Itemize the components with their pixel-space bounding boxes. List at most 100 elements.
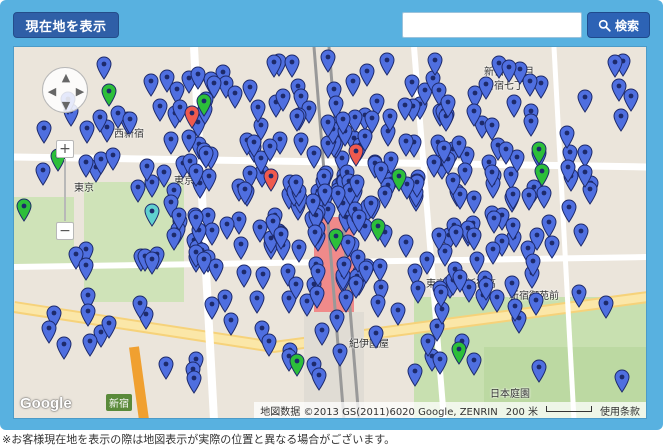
map-marker-icon[interactable] bbox=[466, 190, 482, 218]
map-marker-icon[interactable] bbox=[391, 168, 407, 196]
map-marker-icon[interactable] bbox=[431, 227, 447, 255]
map-marker-icon[interactable] bbox=[152, 98, 168, 126]
map-marker-icon[interactable] bbox=[328, 228, 344, 256]
map-marker-icon[interactable] bbox=[452, 269, 468, 297]
map-marker-icon[interactable] bbox=[523, 113, 539, 141]
map-marker-icon[interactable] bbox=[289, 108, 305, 136]
map-marker-icon[interactable] bbox=[351, 209, 367, 237]
pan-up-icon[interactable]: ▲ bbox=[59, 70, 73, 84]
search-button[interactable]: 検索 bbox=[587, 12, 650, 38]
map-marker-icon[interactable] bbox=[427, 52, 443, 80]
map-marker-icon[interactable] bbox=[348, 143, 364, 171]
map-marker-icon[interactable] bbox=[307, 224, 323, 252]
map-marker-icon[interactable] bbox=[288, 174, 304, 202]
map-marker-icon[interactable] bbox=[466, 352, 482, 380]
map-marker-icon[interactable] bbox=[227, 85, 243, 113]
map-marker-icon[interactable] bbox=[184, 105, 200, 133]
map-marker-icon[interactable] bbox=[80, 303, 96, 331]
map-marker-icon[interactable] bbox=[478, 76, 494, 104]
map-marker-icon[interactable] bbox=[91, 109, 108, 137]
map-marker-icon[interactable] bbox=[440, 94, 456, 122]
map-marker-icon[interactable] bbox=[521, 187, 537, 215]
map-marker-icon[interactable] bbox=[306, 145, 322, 173]
map-marker-icon[interactable] bbox=[486, 210, 502, 238]
map-marker-icon[interactable] bbox=[522, 73, 538, 101]
map-marker-icon[interactable] bbox=[448, 224, 464, 252]
map-marker-icon[interactable] bbox=[485, 241, 501, 269]
map-marker-icon[interactable] bbox=[166, 227, 182, 255]
map-marker-icon[interactable] bbox=[139, 158, 155, 186]
pan-control[interactable]: ▲ ▼ ◀ ▶ bbox=[42, 67, 88, 113]
map-marker-icon[interactable] bbox=[237, 181, 253, 209]
map-marker-icon[interactable] bbox=[190, 66, 206, 94]
map-marker-icon[interactable] bbox=[144, 251, 160, 279]
map-marker-icon[interactable] bbox=[263, 168, 279, 196]
zoom-in-button[interactable]: + bbox=[56, 140, 74, 158]
map-marker-icon[interactable] bbox=[370, 218, 386, 246]
terms-link[interactable]: 使用条款 bbox=[600, 403, 640, 418]
pan-right-icon[interactable]: ▶ bbox=[73, 84, 87, 98]
map-marker-icon[interactable] bbox=[284, 54, 300, 82]
zoom-out-button[interactable]: − bbox=[56, 222, 74, 240]
map-marker-icon[interactable] bbox=[266, 54, 282, 82]
map-marker-icon[interactable] bbox=[16, 198, 32, 226]
map-marker-icon[interactable] bbox=[96, 56, 112, 84]
map-marker-icon[interactable] bbox=[36, 120, 52, 148]
map-marker-icon[interactable] bbox=[504, 275, 520, 303]
map-marker-icon[interactable] bbox=[611, 78, 627, 106]
map-marker-icon[interactable] bbox=[466, 103, 482, 131]
map-marker-icon[interactable] bbox=[372, 258, 388, 286]
map-marker-icon[interactable] bbox=[273, 226, 289, 254]
map-marker-icon[interactable] bbox=[528, 292, 544, 320]
map-marker-icon[interactable] bbox=[105, 147, 121, 175]
map-marker-icon[interactable] bbox=[501, 59, 517, 87]
map-marker-icon[interactable] bbox=[132, 295, 148, 323]
map-marker-icon[interactable] bbox=[246, 134, 262, 162]
map-marker-icon[interactable] bbox=[436, 140, 452, 168]
map-marker-icon[interactable] bbox=[335, 111, 351, 139]
map-marker-icon[interactable] bbox=[217, 289, 233, 317]
map-marker-icon[interactable] bbox=[186, 370, 202, 398]
show-current-location-button[interactable]: 現在地を表示 bbox=[13, 12, 119, 38]
map-marker-icon[interactable] bbox=[236, 264, 252, 292]
map-marker-icon[interactable] bbox=[261, 333, 277, 361]
zoom-slider[interactable] bbox=[64, 159, 66, 221]
map-marker-icon[interactable] bbox=[101, 315, 117, 343]
map-marker-icon[interactable] bbox=[398, 234, 414, 262]
map-marker-icon[interactable] bbox=[390, 302, 406, 330]
map-marker-icon[interactable] bbox=[469, 251, 485, 279]
map-marker-icon[interactable] bbox=[35, 162, 51, 190]
map-marker-icon[interactable] bbox=[144, 203, 160, 231]
map-marker-icon[interactable] bbox=[505, 217, 521, 245]
map-marker-icon[interactable] bbox=[156, 164, 172, 192]
map-marker-icon[interactable] bbox=[158, 356, 174, 384]
map-marker-icon[interactable] bbox=[196, 251, 212, 279]
map-marker-icon[interactable] bbox=[122, 111, 138, 139]
map-marker-icon[interactable] bbox=[613, 108, 629, 136]
map-marker-icon[interactable] bbox=[433, 284, 449, 312]
map-marker-icon[interactable] bbox=[163, 131, 179, 159]
map-marker-icon[interactable] bbox=[398, 133, 414, 161]
map-marker-icon[interactable] bbox=[359, 63, 375, 91]
map-marker-icon[interactable] bbox=[317, 183, 333, 211]
map-marker-icon[interactable] bbox=[310, 263, 326, 291]
map-marker-icon[interactable] bbox=[445, 172, 461, 200]
map-marker-icon[interactable] bbox=[505, 186, 521, 214]
map-marker-icon[interactable] bbox=[598, 295, 614, 323]
pan-left-icon[interactable]: ◀ bbox=[45, 84, 59, 98]
map-marker-icon[interactable] bbox=[559, 125, 575, 153]
map-marker-icon[interactable] bbox=[40, 320, 57, 348]
map-marker-icon[interactable] bbox=[484, 164, 500, 192]
map-marker-icon[interactable] bbox=[368, 325, 384, 353]
map-marker-icon[interactable] bbox=[332, 343, 348, 371]
map-marker-icon[interactable] bbox=[364, 110, 380, 138]
map-marker-icon[interactable] bbox=[397, 97, 413, 125]
map-marker-icon[interactable] bbox=[571, 284, 587, 312]
map-marker-icon[interactable] bbox=[614, 369, 630, 397]
map-marker-icon[interactable] bbox=[410, 280, 426, 308]
map-marker-icon[interactable] bbox=[219, 216, 235, 244]
map-marker-icon[interactable] bbox=[531, 359, 547, 387]
map-marker-icon[interactable] bbox=[78, 154, 94, 182]
map-marker-icon[interactable] bbox=[78, 257, 94, 285]
map-marker-icon[interactable] bbox=[320, 114, 336, 142]
